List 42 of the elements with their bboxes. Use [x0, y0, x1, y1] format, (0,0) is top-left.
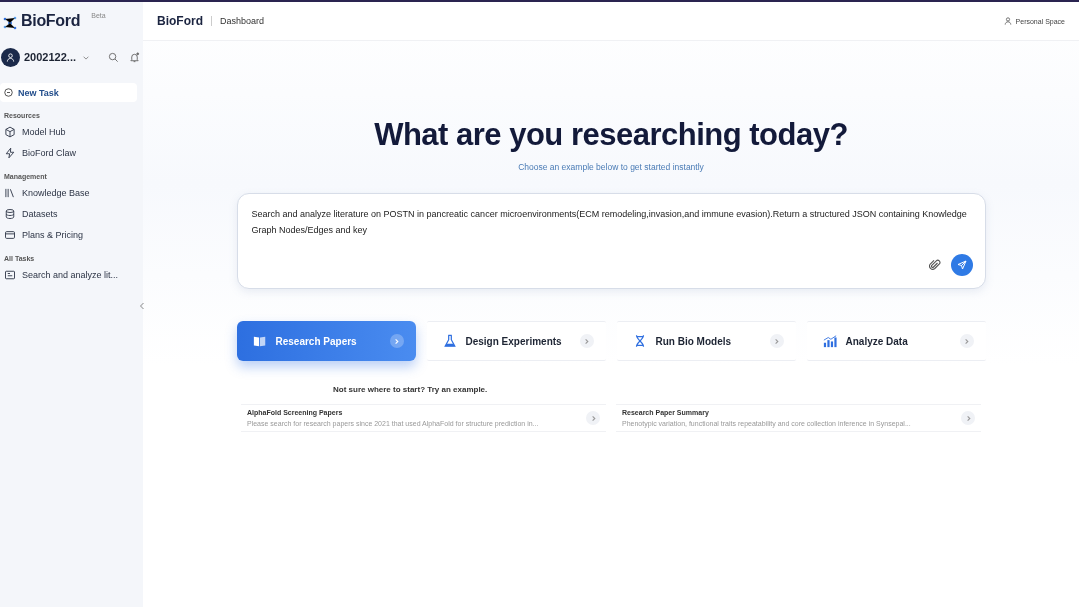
mode-tab[interactable]: Design Experiments: [426, 321, 606, 361]
nav-item[interactable]: BioFord Claw: [22, 147, 77, 158]
chevron-icon: [586, 411, 600, 425]
search-icon[interactable]: [108, 51, 119, 63]
chevron-icon: [959, 334, 974, 348]
book-icon: [252, 334, 267, 348]
paperclip-icon[interactable]: [928, 259, 941, 271]
nav-item[interactable]: Knowledge Base: [22, 187, 90, 198]
mode-tab[interactable]: Run Bio Models: [616, 321, 796, 361]
breadcrumb: Dashboard: [220, 16, 265, 26]
new-task-button[interactable]: New Task: [0, 83, 137, 102]
nav-item[interactable]: Model Hub: [22, 126, 66, 137]
books-icon: [4, 186, 16, 199]
chevron-icon: [769, 334, 784, 348]
examples-heading: Not sure where to start? Try an example.: [333, 385, 488, 394]
send-button[interactable]: [950, 254, 973, 276]
mode-tab[interactable]: Analyze Data: [806, 321, 986, 361]
chat-icon: [4, 268, 16, 281]
nav-item[interactable]: Datasets: [22, 208, 58, 219]
send-icon: [956, 260, 967, 270]
logo-icon: [2, 15, 18, 31]
flask-icon: [442, 334, 457, 348]
card-icon: [4, 228, 16, 241]
avatar-icon[interactable]: [1, 47, 20, 67]
chevron-icon: [961, 411, 975, 425]
bar-chart-icon: [822, 334, 837, 348]
bell-icon[interactable]: [129, 51, 140, 63]
chevron-icon: [389, 334, 404, 348]
database-icon: [4, 207, 16, 220]
nav-item[interactable]: Search and analyze lit...: [22, 269, 119, 280]
chevron-icon: [579, 334, 594, 348]
user-name[interactable]: 2002122...: [24, 51, 76, 63]
nav-item[interactable]: Plans & Pricing: [22, 229, 84, 240]
mode-tab[interactable]: Research Papers: [236, 321, 416, 361]
bolt-icon: [4, 146, 16, 159]
brand-name: BioFord: [21, 12, 81, 30]
header-brand: BioFord: [157, 14, 203, 28]
hero-subtitle: Choose an example below to get started instantly: [518, 162, 704, 172]
hero-title: What are you researching today?: [374, 117, 848, 153]
person-icon: [1003, 17, 1012, 25]
cube-icon: [4, 125, 16, 138]
prompt-box[interactable]: Search and analyze literature on POSTN in pancreatic cancer microenvironments(ECM remodeling,invasion,and immune evasion).Return a structured JSON containing Knowledge Graph Nodes/Edges and key: [236, 193, 986, 289]
